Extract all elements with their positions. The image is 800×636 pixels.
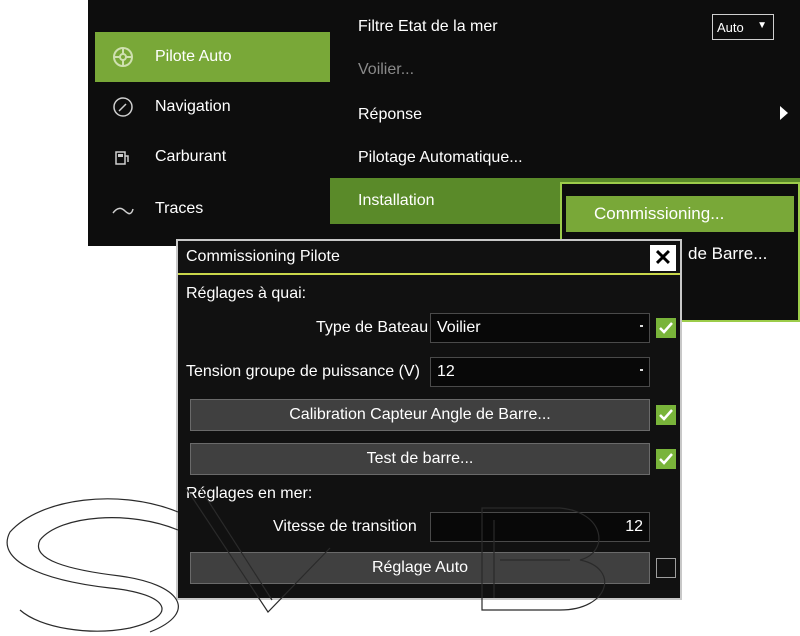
type-bateau-label: Type de Bateau	[316, 319, 429, 336]
type-bateau-check[interactable]	[656, 318, 676, 338]
menu-item-reponse[interactable]: Réponse	[330, 92, 800, 138]
tension-label: Tension groupe de puissance (V)	[186, 363, 420, 380]
checkmark-icon	[659, 453, 673, 465]
reglage-auto-button-label: Réglage Auto	[371, 559, 469, 576]
compass-icon	[109, 93, 137, 121]
calibration-button-label: Calibration Capteur Angle de Barre...	[289, 406, 551, 423]
sidebar-item-pilote-auto[interactable]: Pilote Auto	[95, 32, 330, 82]
sidebar-item-label: Traces	[155, 200, 204, 217]
type-bateau-value: Voilier	[437, 319, 481, 336]
dialog-title-bar: Commissioning Pilote	[178, 241, 680, 275]
sidebar-item-traces[interactable]: Traces	[95, 184, 330, 234]
vitesse-field[interactable]: 12	[430, 512, 650, 542]
calibration-button[interactable]: Calibration Capteur Angle de Barre...	[190, 399, 650, 431]
vitesse-label: Vitesse de transition	[273, 518, 417, 535]
section-heading-mer: Réglages en mer:	[186, 485, 313, 502]
menu-item-pilotage-automatique[interactable]: Pilotage Automatique...	[330, 135, 800, 181]
submenu-item-label: Commissioning...	[594, 204, 725, 223]
type-bateau-select[interactable]: Voilier	[430, 313, 650, 343]
commissioning-dialog: Commissioning Pilote ✕ Réglages à quai: …	[176, 239, 682, 600]
chevron-down-icon: ▼	[757, 20, 767, 31]
chevron-right-icon	[780, 106, 788, 120]
sidebar-item-label: Carburant	[155, 148, 227, 165]
submenu-item-commissioning[interactable]: Commissioning...	[566, 196, 794, 232]
tension-value: 12	[437, 363, 455, 380]
sidebar-item-label: Navigation	[155, 98, 231, 115]
sidebar-item-label: Pilote Auto	[155, 48, 232, 65]
filtre-select-value: Auto	[717, 19, 744, 35]
test-barre-button-label: Test de barre...	[366, 450, 474, 467]
chevron-down-icon	[640, 325, 643, 327]
section-heading-quai: Réglages à quai:	[186, 285, 307, 302]
menu-item-label: Voilier...	[358, 61, 415, 78]
checkmark-icon	[659, 322, 673, 334]
test-barre-button[interactable]: Test de barre...	[190, 443, 650, 475]
calibration-check[interactable]	[656, 405, 676, 425]
test-barre-check[interactable]	[656, 449, 676, 469]
submenu-item-barre[interactable]: de Barre...	[688, 244, 767, 264]
vitesse-value: 12	[625, 518, 643, 535]
tension-select[interactable]: 12	[430, 357, 650, 387]
sidebar-item-navigation[interactable]: Navigation	[95, 82, 330, 132]
close-button[interactable]: ✕	[650, 245, 676, 271]
menu-item-label: Installation	[358, 192, 435, 209]
sidebar-item-carburant[interactable]: Carburant	[95, 132, 330, 182]
filtre-select[interactable]: Auto ▼	[712, 14, 774, 40]
reglage-auto-button[interactable]: Réglage Auto	[190, 552, 650, 584]
menu-item-label: Réponse	[358, 106, 423, 123]
chevron-down-icon	[640, 369, 643, 371]
trail-icon	[109, 195, 137, 223]
reglage-auto-check[interactable]	[656, 558, 676, 578]
menu-item-label: Pilotage Automatique...	[358, 149, 523, 166]
helm-icon	[109, 43, 137, 71]
menu-item-voilier: Voilier...	[330, 47, 800, 93]
fuel-pump-icon	[109, 143, 137, 171]
dialog-title: Commissioning Pilote	[186, 248, 340, 265]
checkmark-icon	[659, 409, 673, 421]
menu-item-label: Filtre Etat de la mer	[358, 18, 498, 35]
close-icon: ✕	[653, 245, 673, 270]
